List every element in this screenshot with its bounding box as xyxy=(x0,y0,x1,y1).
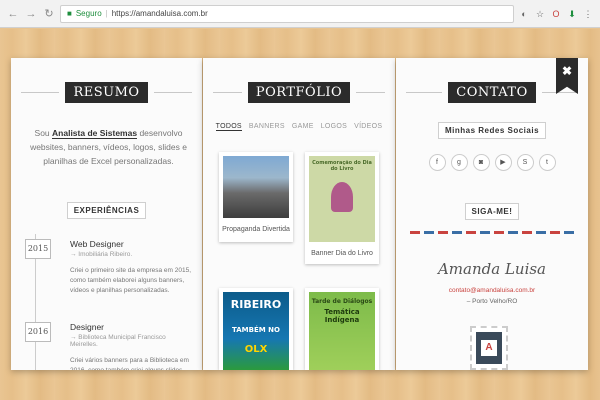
intro-pre: Sou xyxy=(34,128,53,138)
portfolio-item-tematica-indigena[interactable]: Tarde de Diálogos Temática Indígena xyxy=(305,288,379,370)
timeline-role: Designer xyxy=(70,322,105,332)
social-title: Minhas Redes Sociais xyxy=(437,122,547,139)
contato-heading-row: CONTATO xyxy=(406,80,578,104)
resumo-panel: RESUMO Sou Analista de Sistemas desenvol… xyxy=(11,58,202,370)
email-link[interactable]: contato@amandaluisa.com.br xyxy=(396,287,588,294)
lock-icon: ■ xyxy=(67,9,72,18)
timeline-desc: Criei vários banners para a Biblioteca e… xyxy=(70,357,189,370)
portfolio-thumbnail: Tarde de Diálogos Temática Indígena xyxy=(309,292,375,370)
experiences-title: EXPERIÊNCIAS xyxy=(66,202,147,219)
portfolio-item-ribeiro-olx[interactable]: RIBEIRO TAMBÉM NO OLX xyxy=(219,288,293,370)
social-title-wrap: Minhas Redes Sociais xyxy=(396,120,588,139)
social-links: f g ◙ ▶ S t xyxy=(396,154,588,171)
back-icon[interactable]: ← xyxy=(6,7,20,21)
portfolio-heading: PORTFÓLIO xyxy=(247,81,351,103)
secure-label: Seguro xyxy=(75,9,102,18)
contato-panel: CONTATO ✖ Minhas Redes Sociais f g ◙ ▶ S… xyxy=(396,58,588,370)
instagram-icon[interactable]: ◙ xyxy=(472,154,490,171)
timeline-year: 2015 xyxy=(25,239,51,259)
timeline-body: Web Designer → Imobiliária Ribeiro. Crie… xyxy=(70,239,192,296)
youtube-icon[interactable]: ▶ xyxy=(494,154,512,171)
forward-icon[interactable]: → xyxy=(24,7,38,21)
stamp-image: A xyxy=(476,332,502,364)
filter-banners[interactable]: BANNERS xyxy=(249,123,285,131)
timeline-year: 2016 xyxy=(25,322,51,342)
portfolio-thumbnail: Comemoração do Dia do Livro xyxy=(309,156,375,242)
filter-todos[interactable]: TODOS xyxy=(215,123,242,131)
portfolio-item-label: Propaganda Divertida xyxy=(222,226,290,233)
separator: | xyxy=(105,9,108,18)
portfolio-thumbnail xyxy=(223,156,289,218)
resumo-heading: RESUMO xyxy=(65,81,148,103)
portfolio-item-propaganda[interactable]: Propaganda Divertida xyxy=(219,152,293,242)
timeline-role: Web Designer xyxy=(70,239,124,249)
city-text: – Porto Velho/RO xyxy=(466,298,518,305)
airmail-divider xyxy=(410,231,574,234)
extension-icon[interactable]: ◐ xyxy=(518,8,530,20)
timeline-org: → Biblioteca Municipal Francisco Meirell… xyxy=(70,334,166,348)
facebook-icon[interactable]: f xyxy=(428,154,446,171)
thumbnail-text: Comemoração do Dia do Livro xyxy=(312,160,372,172)
resumo-intro: Sou Analista de Sistemas desenvolvo webs… xyxy=(29,126,188,168)
timeline-org: → Imobiliária Ribeiro. xyxy=(70,251,133,258)
google-plus-icon[interactable]: g xyxy=(450,154,468,171)
contato-heading: CONTATO xyxy=(448,81,536,103)
opera-icon[interactable]: O xyxy=(550,8,562,20)
thumbnail-text: TAMBÉM NO xyxy=(232,326,280,334)
filter-logos[interactable]: LOGOS xyxy=(321,123,347,131)
logo-icon: A xyxy=(481,340,497,356)
character-illustration xyxy=(331,182,353,212)
timeline-desc: Criei o primeiro site da empresa em 2015… xyxy=(70,267,192,294)
thumbnail-text: OLX xyxy=(244,344,268,355)
portfolio-item-label: Banner Dia do Livro xyxy=(311,250,373,257)
reload-icon[interactable]: ↻ xyxy=(42,7,56,21)
stamp: A xyxy=(470,326,508,370)
browser-toolbar: ← → ↻ ■ Seguro | https://amandaluisa.com… xyxy=(0,0,600,28)
filter-videos[interactable]: VÍDEOS xyxy=(354,123,382,131)
url-text: https://amandaluisa.com.br xyxy=(111,9,208,18)
timeline-body: Designer → Biblioteca Municipal Francisc… xyxy=(70,322,192,370)
resumo-heading-row: RESUMO xyxy=(21,80,192,104)
skype-icon[interactable]: S xyxy=(516,154,534,171)
menu-icon[interactable]: ⋮ xyxy=(582,8,594,20)
filter-game[interactable]: GAME xyxy=(292,123,314,131)
portfolio-thumbnail: RIBEIRO TAMBÉM NO OLX xyxy=(223,292,289,370)
portfolio-filters: TODOS BANNERS GAME LOGOS VÍDEOS xyxy=(203,123,395,131)
portfolio-item-dia-do-livro[interactable]: Comemoração do Dia do Livro Banner Dia d… xyxy=(305,152,379,264)
experiences-title-wrap: EXPERIÊNCIAS xyxy=(11,200,202,219)
address-bar[interactable]: ■ Seguro | https://amandaluisa.com.br xyxy=(60,4,514,23)
portfolio-panel: PORTFÓLIO TODOS BANNERS GAME LOGOS VÍDEO… xyxy=(203,58,395,370)
intro-role: Analista de Sistemas xyxy=(52,128,138,139)
thumbnail-text: RIBEIRO xyxy=(230,298,282,311)
portfolio-heading-row: PORTFÓLIO xyxy=(213,80,385,104)
bookmark-star-icon[interactable]: ☆ xyxy=(534,8,546,20)
download-icon[interactable]: ⬇ xyxy=(566,8,578,20)
tumblr-icon[interactable]: t xyxy=(538,154,556,171)
thumbnail-text: Tarde de Diálogos xyxy=(311,298,373,305)
follow-title-wrap: SIGA-ME! xyxy=(396,201,588,220)
thumbnail-text: Temática Indígena xyxy=(324,308,360,324)
signature: Amanda Luisa xyxy=(437,260,547,278)
follow-title: SIGA-ME! xyxy=(464,203,520,220)
